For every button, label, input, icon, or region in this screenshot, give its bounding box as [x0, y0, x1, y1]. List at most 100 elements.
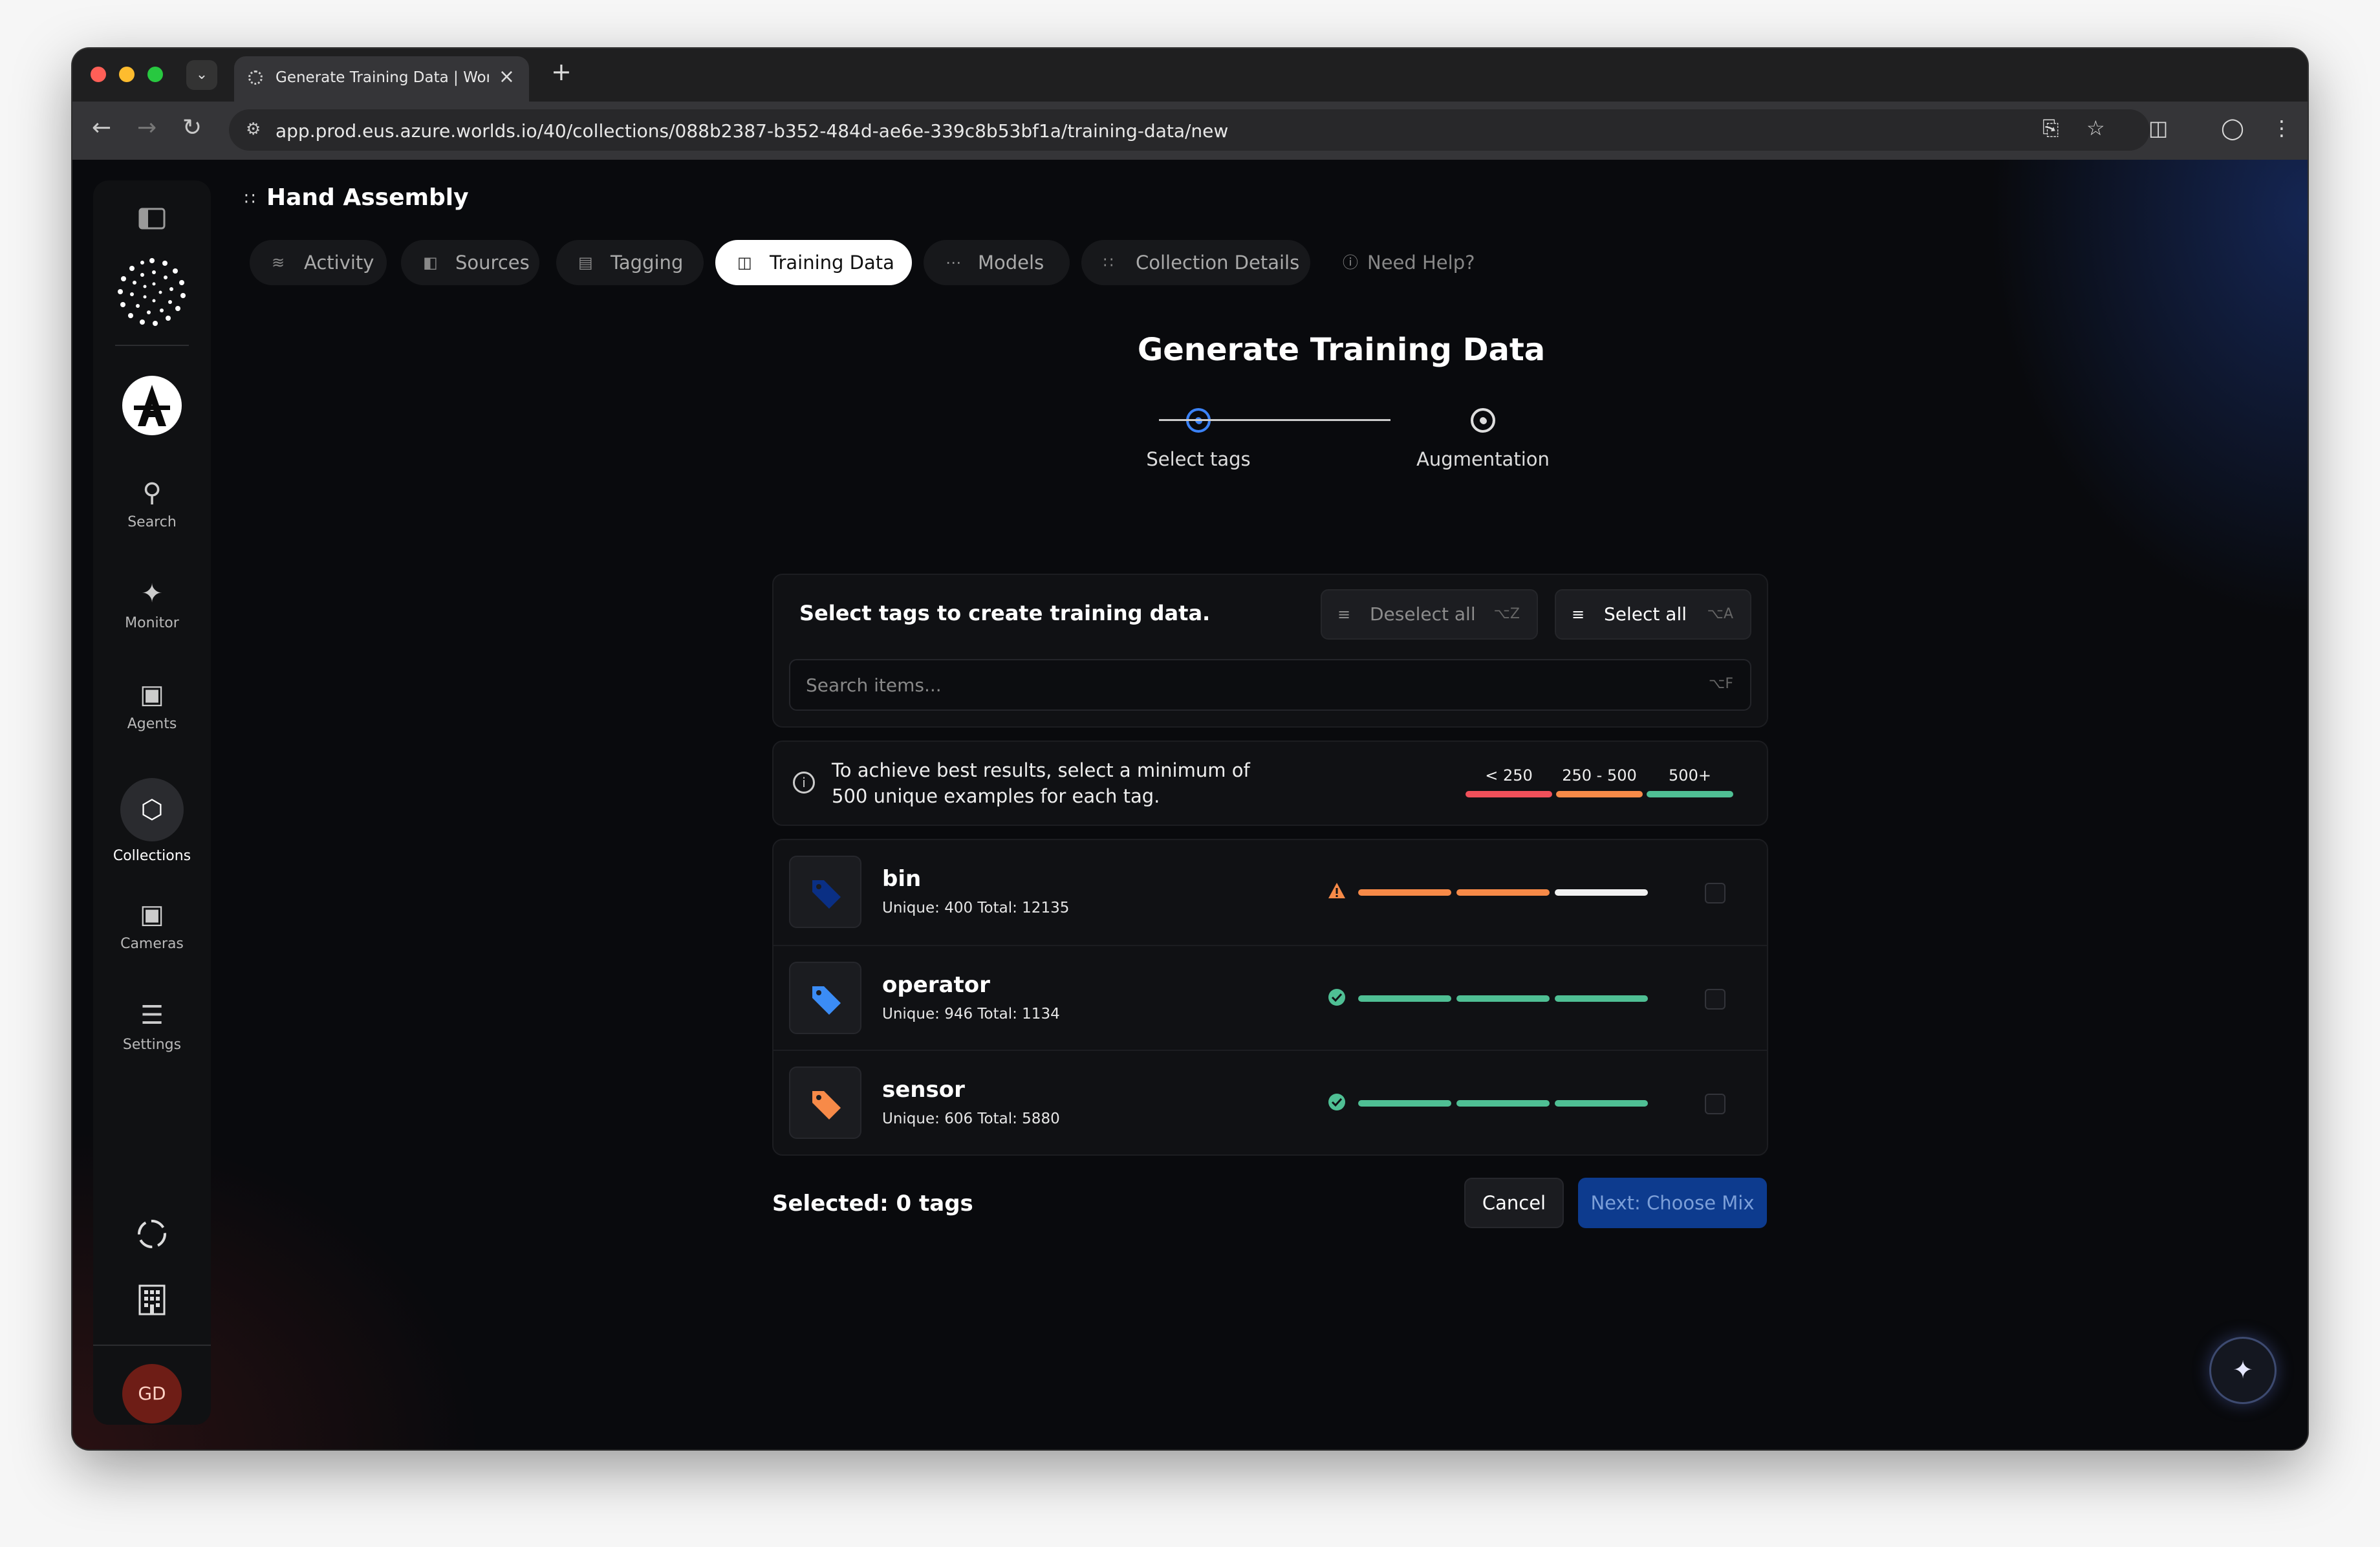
- org-a-logo-icon: [122, 376, 182, 435]
- tab-training-data[interactable]: ◫ Training Data: [715, 240, 912, 285]
- tab-label: Collection Details: [1136, 252, 1300, 274]
- tag-list: bin Unique: 400 Total: 12135 operator Un…: [772, 839, 1768, 1156]
- deselect-all-button[interactable]: ≡ Deselect all ⌥Z: [1321, 589, 1538, 640]
- cube-icon: ⬡: [120, 778, 184, 841]
- activity-icon: ≋: [272, 254, 285, 272]
- tag-icon-box: [789, 962, 861, 1034]
- extensions-icon[interactable]: ◫: [2148, 116, 2168, 140]
- progress-segment: [1358, 1100, 1451, 1107]
- avatar: GD: [122, 1364, 182, 1423]
- tag-icon-box: [789, 856, 861, 928]
- url-text: app.prod.eus.azure.worlds.io/40/collecti…: [276, 120, 1229, 142]
- tag-icon: ▤: [578, 254, 593, 272]
- tab-models[interactable]: ⋯ Models: [924, 240, 1070, 285]
- tab-tagging[interactable]: ▤ Tagging: [556, 240, 704, 285]
- sidebar-item-settings[interactable]: ☰ Settings: [93, 1001, 211, 1053]
- maximize-window-button[interactable]: [147, 67, 163, 82]
- user-avatar-button[interactable]: GD: [93, 1364, 211, 1423]
- sidebar-item-monitor[interactable]: ✦ Monitor: [93, 579, 211, 631]
- profile-icon[interactable]: ◯: [2221, 116, 2244, 140]
- need-help-link[interactable]: ⓘ Need Help?: [1321, 240, 1489, 285]
- tag-checkbox[interactable]: [1705, 883, 1726, 903]
- shortcut-hint: ⌥A: [1707, 606, 1733, 622]
- browser-window: ⌄ Generate Training Data | Worl × + ← → …: [72, 49, 2308, 1449]
- tag-row-operator[interactable]: operator Unique: 946 Total: 1134: [774, 945, 1767, 1051]
- cancel-button[interactable]: Cancel: [1464, 1178, 1564, 1228]
- next-choose-mix-button[interactable]: Next: Choose Mix: [1578, 1178, 1767, 1228]
- info-icon: i: [793, 772, 815, 794]
- sidebar-item-label: Monitor: [125, 615, 179, 631]
- sidebar-item-agents[interactable]: ▣ Agents: [93, 680, 211, 732]
- deselect-list-icon: ≡: [1337, 605, 1351, 623]
- progress-segment: [1358, 889, 1451, 896]
- legend-label: 250 - 500: [1562, 766, 1637, 784]
- site-settings-icon[interactable]: ⚙: [246, 120, 261, 139]
- worlds-logo[interactable]: [93, 257, 211, 328]
- check-circle-icon: [1328, 989, 1345, 1006]
- sidebar-divider: [93, 1345, 211, 1346]
- search-icon: ⚲: [142, 478, 162, 508]
- browser-tab-title: Generate Training Data | Worl: [276, 69, 489, 86]
- monitor-icon: ✦: [141, 579, 163, 609]
- tag-name: bin: [882, 866, 922, 892]
- tag-icon-box: [789, 1066, 861, 1139]
- search-placeholder: Search items...: [806, 675, 942, 696]
- app-root: ⚲ Search ✦ Monitor ▣ Agents ⬡ Collection…: [72, 160, 2308, 1449]
- org-logo[interactable]: [93, 374, 211, 437]
- search-input[interactable]: Search items... ⌥F: [789, 659, 1751, 711]
- sidebar-toggle-button[interactable]: [93, 208, 211, 230]
- tag-name: sensor: [882, 1077, 965, 1103]
- browser-tabbar: ⌄ Generate Training Data | Worl × +: [72, 49, 2308, 102]
- sidebar-item-label: Settings: [122, 1037, 182, 1053]
- select-all-button[interactable]: ≡ Select all ⌥A: [1555, 589, 1751, 640]
- forward-icon[interactable]: →: [137, 114, 157, 141]
- step-1-label: Select tags: [1146, 448, 1251, 470]
- worlds-favicon-icon: [248, 70, 263, 85]
- models-icon: ⋯: [946, 254, 961, 272]
- browser-tab[interactable]: Generate Training Data | Worl ×: [234, 56, 529, 102]
- stepper-line: [1159, 419, 1390, 421]
- step-2-indicator: [1471, 408, 1495, 433]
- reload-icon[interactable]: ↻: [182, 114, 202, 141]
- worlds-logo-icon: [118, 258, 186, 326]
- tag-row-sensor[interactable]: sensor Unique: 606 Total: 5880: [774, 1050, 1767, 1156]
- tag-checkbox[interactable]: [1705, 1094, 1726, 1114]
- check-circle-icon: [1328, 1094, 1345, 1110]
- close-window-button[interactable]: [91, 67, 106, 82]
- tag-stats: Unique: 400 Total: 12135: [882, 900, 1070, 916]
- spinner-icon: [138, 1220, 166, 1248]
- legend-bar: [1556, 791, 1643, 797]
- minimize-window-button[interactable]: [119, 67, 135, 82]
- info-panel: i To achieve best results, select a mini…: [772, 741, 1768, 826]
- select-tags-label: Select tags to create training data.: [799, 601, 1211, 625]
- tag-stats: Unique: 946 Total: 1134: [882, 1006, 1060, 1022]
- progress-segment: [1555, 1100, 1648, 1107]
- progress-segment: [1456, 1100, 1550, 1107]
- sidebar-item-label: Collections: [113, 848, 191, 864]
- bookmark-star-icon[interactable]: ☆: [2086, 116, 2105, 140]
- progress-segment: [1456, 889, 1550, 896]
- browser-menu-icon[interactable]: ⋮: [2271, 116, 2292, 140]
- chevron-down-icon[interactable]: ⌄: [186, 60, 217, 90]
- ai-assistant-button[interactable]: ✦: [2209, 1337, 2277, 1404]
- step-2-label: Augmentation: [1416, 448, 1550, 470]
- install-app-icon[interactable]: ⎘: [2042, 116, 2059, 141]
- tag-row-bin[interactable]: bin Unique: 400 Total: 12135: [774, 840, 1767, 945]
- sidebar: ⚲ Search ✦ Monitor ▣ Agents ⬡ Collection…: [93, 180, 211, 1425]
- sidebar-divider: [115, 345, 189, 346]
- sidebar-item-cameras[interactable]: ▣ Cameras: [93, 900, 211, 952]
- close-tab-icon[interactable]: ×: [499, 65, 515, 88]
- tab-activity[interactable]: ≋ Activity: [250, 240, 387, 285]
- sidebar-item-collections[interactable]: ⬡ Collections: [93, 778, 211, 864]
- tab-sources[interactable]: ◧ Sources: [401, 240, 539, 285]
- organization-button[interactable]: [93, 1284, 211, 1316]
- tag-icon: [812, 880, 841, 909]
- tab-collection-details[interactable]: ∷ Collection Details: [1081, 240, 1310, 285]
- browser-toolbar: ← → ↻ ⚙ app.prod.eus.azure.worlds.io/40/…: [72, 102, 2308, 160]
- back-icon[interactable]: ←: [92, 114, 111, 141]
- address-bar[interactable]: ⚙ app.prod.eus.azure.worlds.io/40/collec…: [229, 109, 2150, 151]
- new-tab-icon[interactable]: +: [551, 58, 572, 86]
- loading-status-button[interactable]: [93, 1218, 211, 1250]
- tag-checkbox[interactable]: [1705, 989, 1726, 1010]
- sidebar-item-search[interactable]: ⚲ Search: [93, 478, 211, 530]
